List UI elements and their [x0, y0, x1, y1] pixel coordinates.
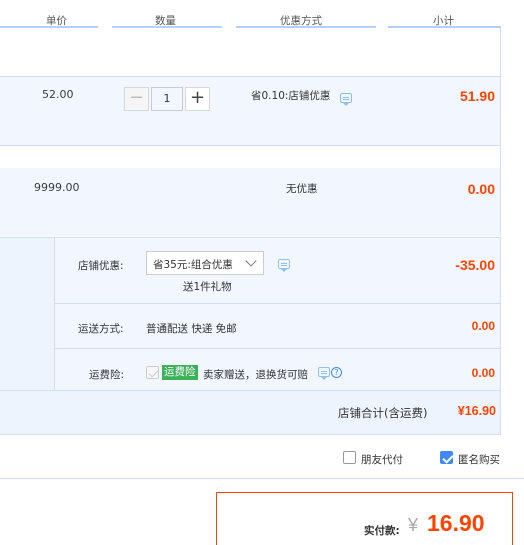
item-subtotal: 0.00 — [467, 181, 495, 197]
row-divider — [0, 145, 501, 146]
chat-icon[interactable] — [318, 367, 330, 380]
item-price: 9999.00 — [34, 181, 80, 194]
chat-icon[interactable] — [340, 93, 352, 106]
friend-pay-label[interactable]: 朋友代付 — [361, 452, 403, 467]
chevron-down-icon — [245, 255, 257, 267]
header-underline — [0, 26, 98, 28]
payment-amount: 16.90 — [427, 510, 485, 536]
item-discount: 无优惠 — [286, 183, 318, 195]
chat-icon[interactable] — [278, 259, 290, 272]
currency-symbol: ¥ — [408, 515, 419, 535]
promo-amount: -35.00 — [455, 257, 495, 273]
payment-total-box: 实付款: ¥ 16.90 — [216, 492, 513, 545]
payment-label: 实付款: — [364, 525, 400, 537]
insurance-label: 运费险: — [89, 369, 125, 381]
header-underline — [388, 26, 501, 28]
table-header: 单价 数量 优惠方式 小计 — [0, 0, 524, 28]
section-divider — [0, 478, 524, 479]
shipping-label: 运送方式: — [78, 323, 124, 335]
item-discount: 省0.10:店铺优惠 — [251, 90, 331, 102]
insurance-badge: 运费险 — [162, 365, 198, 380]
shipping-value: 普通配送 快递 免邮 — [146, 323, 237, 335]
shipping-amount: 0.00 — [471, 319, 495, 333]
item-price: 52.00 — [42, 88, 74, 101]
minus-icon[interactable]: − — [124, 87, 149, 111]
quantity-stepper: − 1 + — [124, 87, 210, 111]
row-divider — [0, 390, 501, 391]
row-border — [500, 146, 501, 236]
item-row-2 — [0, 168, 501, 236]
shop-promo-select[interactable]: 省35元:组合优惠 — [146, 251, 264, 275]
promo-gift-text: 送1件礼物 — [183, 281, 232, 293]
quantity-input[interactable]: 1 — [151, 87, 183, 111]
header-underline — [112, 26, 222, 28]
item-subtotal: 51.90 — [459, 88, 495, 104]
row-border — [500, 28, 501, 146]
header-underline — [236, 26, 376, 28]
row-border — [500, 237, 501, 435]
shop-total-value: ¥16.90 — [457, 404, 496, 418]
friend-pay-checkbox[interactable] — [343, 451, 356, 464]
shop-promo-label: 店铺优惠: — [78, 260, 124, 272]
section-divider — [0, 434, 501, 435]
insurance-checkbox — [146, 366, 159, 379]
help-icon[interactable]: ? — [331, 367, 342, 378]
plus-icon[interactable]: + — [185, 87, 210, 111]
shop-total-label: 店铺合计(含运费) — [338, 406, 428, 420]
insurance-amount: 0.00 — [471, 366, 495, 380]
insurance-text: 卖家赠送，退换货可赔 — [203, 369, 308, 381]
shop-promo-selected: 省35元:组合优惠 — [153, 259, 233, 271]
anonymous-label[interactable]: 匿名购买 — [458, 452, 500, 467]
anonymous-checkbox[interactable] — [440, 451, 453, 464]
